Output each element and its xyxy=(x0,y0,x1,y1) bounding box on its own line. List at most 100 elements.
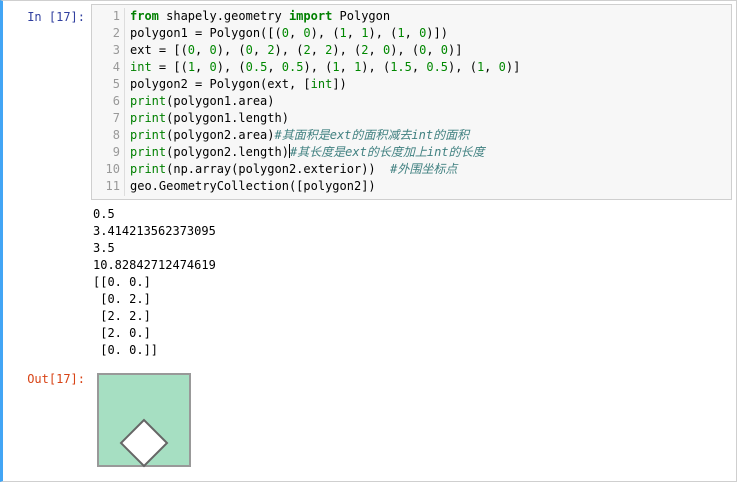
code-token: , xyxy=(195,43,210,57)
code-token: 1 xyxy=(339,26,347,40)
code-token: ), ( xyxy=(390,43,420,57)
code-token: #外围坐标点 xyxy=(390,162,458,176)
output-line: 3.414213562373095 xyxy=(93,224,216,238)
code-token: 1 xyxy=(332,60,340,74)
code-token: , xyxy=(310,43,326,57)
code-token: , xyxy=(339,60,355,74)
line-number-gutter: 1 2 3 4 5 6 7 8 9 10 11 xyxy=(92,8,125,196)
line-number: 1 xyxy=(112,9,120,23)
code-token: ext = [( xyxy=(130,43,188,57)
code-token: 0.5 xyxy=(245,60,268,74)
code-line[interactable]: print(polygon2.area)#其面积是ext的面积减去int的面积 xyxy=(130,127,520,144)
output-line: [0. 2.] xyxy=(93,292,151,306)
code-token: 1 xyxy=(397,26,405,40)
code-token: ), ( xyxy=(448,60,477,74)
code-line[interactable]: polygon2 = Polygon(ext, [int]) xyxy=(130,76,520,93)
code-token: Polygon xyxy=(332,9,391,23)
code-line[interactable]: geo.GeometryCollection([polygon2]) xyxy=(130,178,520,195)
code-token: , xyxy=(267,60,282,74)
code-token: 0 xyxy=(245,43,253,57)
code-token: , xyxy=(411,60,427,74)
output-line: 3.5 xyxy=(93,241,115,255)
output-line: [2. 2.] xyxy=(93,309,151,323)
geometry-output xyxy=(97,373,193,473)
code-token: , xyxy=(252,43,268,57)
code-editor[interactable]: 1 2 3 4 5 6 7 8 9 10 11 from shapely.geometry impo… xyxy=(91,4,732,200)
code-line[interactable]: print(polygon1.length) xyxy=(130,110,520,127)
code-token: )] xyxy=(448,43,463,57)
code-token: (polygon2.length) xyxy=(166,145,289,159)
code-token: geo.GeometryCollection([polygon2]) xyxy=(130,179,376,193)
code-token: (np.array(polygon2.exterior)) xyxy=(166,162,391,176)
code-token: ), ( xyxy=(274,43,304,57)
code-line[interactable]: int = [(1, 0), (0.5, 0.5), (1, 1), (1.5,… xyxy=(130,59,520,76)
code-line[interactable]: ext = [(0, 0), (0, 2), (2, 2), (2, 0), (… xyxy=(130,42,520,59)
code-token: ), ( xyxy=(368,26,398,40)
code-line[interactable]: print(np.array(polygon2.exterior)) #外围坐标… xyxy=(130,161,520,178)
code-token: print xyxy=(130,111,167,125)
code-token: 0.5 xyxy=(281,60,304,74)
code-token: (polygon2.area) xyxy=(166,128,275,142)
stdout-output: 0.5 3.414213562373095 3.5 10.82842712474619… xyxy=(93,206,216,359)
output-line: [[0. 0.] xyxy=(93,275,151,289)
line-number: 11 xyxy=(105,179,120,193)
code-token: shapely.geometry xyxy=(158,9,289,23)
input-prompt: In [17]: xyxy=(27,10,85,24)
code-token: int xyxy=(310,77,333,91)
code-token: 0 xyxy=(303,26,311,40)
line-number: 2 xyxy=(112,26,120,40)
code-token: #其长度是ext的长度加上int的长度 xyxy=(289,145,485,159)
code-token: 0.5 xyxy=(426,60,449,74)
code-token: 0 xyxy=(209,43,217,57)
line-number: 9 xyxy=(112,145,120,159)
code-token: 0 xyxy=(187,43,196,57)
code-token: )]) xyxy=(426,26,448,40)
output-line: 0.5 xyxy=(93,207,115,221)
code-token: int xyxy=(130,60,152,74)
code-token: , xyxy=(195,60,210,74)
line-number: 6 xyxy=(112,94,120,108)
code-line[interactable]: polygon1 = Polygon([(0, 0), (1, 1), (1, … xyxy=(130,25,520,42)
code-token: 0 xyxy=(498,60,506,74)
line-number: 4 xyxy=(112,60,120,74)
code-token: polygon1 = Polygon([( xyxy=(130,26,282,40)
code-line[interactable]: print(polygon1.area) xyxy=(130,93,520,110)
code-token: 2 xyxy=(303,43,311,57)
output-prompt: Out[17]: xyxy=(27,372,85,386)
code-token: ), ( xyxy=(216,43,246,57)
code-line[interactable]: print(polygon2.length)#其长度是ext的长度加上int的长… xyxy=(130,144,520,161)
code-token: 0 xyxy=(281,26,289,40)
code-token: , xyxy=(368,43,383,57)
code-line[interactable]: from shapely.geometry import Polygon xyxy=(130,8,520,25)
polygon-svg xyxy=(97,373,191,468)
code-token: , xyxy=(404,26,420,40)
code-token: 2 xyxy=(361,43,369,57)
code-token: , xyxy=(484,60,499,74)
code-token: ), ( xyxy=(303,60,333,74)
code-text[interactable]: from shapely.geometry import Polygon poly… xyxy=(130,8,520,195)
line-number: 7 xyxy=(112,111,120,125)
code-token: print xyxy=(130,128,167,142)
line-number: 3 xyxy=(112,43,120,57)
code-token: import xyxy=(288,9,333,23)
code-token: print xyxy=(130,94,167,108)
code-token: 1.5 xyxy=(390,60,412,74)
output-line: 10.82842712474619 xyxy=(93,258,216,272)
code-token: from xyxy=(130,9,159,23)
code-token: ), ( xyxy=(310,26,340,40)
code-token: )] xyxy=(505,60,521,74)
line-number: 10 xyxy=(105,162,120,176)
code-token: ]) xyxy=(332,77,347,91)
code-token: print xyxy=(130,145,167,159)
code-token: (polygon1.length) xyxy=(166,111,289,125)
code-token: (polygon1.area) xyxy=(166,94,275,108)
line-number: 5 xyxy=(112,77,120,91)
code-token: #其面积是ext的面积减去int的面积 xyxy=(274,128,470,142)
code-token: polygon2 = Polygon(ext, [ xyxy=(130,77,311,91)
code-token: ), ( xyxy=(216,60,246,74)
code-token: 1 xyxy=(187,60,196,74)
code-cell[interactable]: In [17]: 1 2 3 4 5 6 7 8 9 10 11 from shapely.geom… xyxy=(0,0,737,482)
code-token: = [( xyxy=(151,60,188,74)
code-token: , xyxy=(288,26,304,40)
code-token: ), ( xyxy=(361,60,391,74)
